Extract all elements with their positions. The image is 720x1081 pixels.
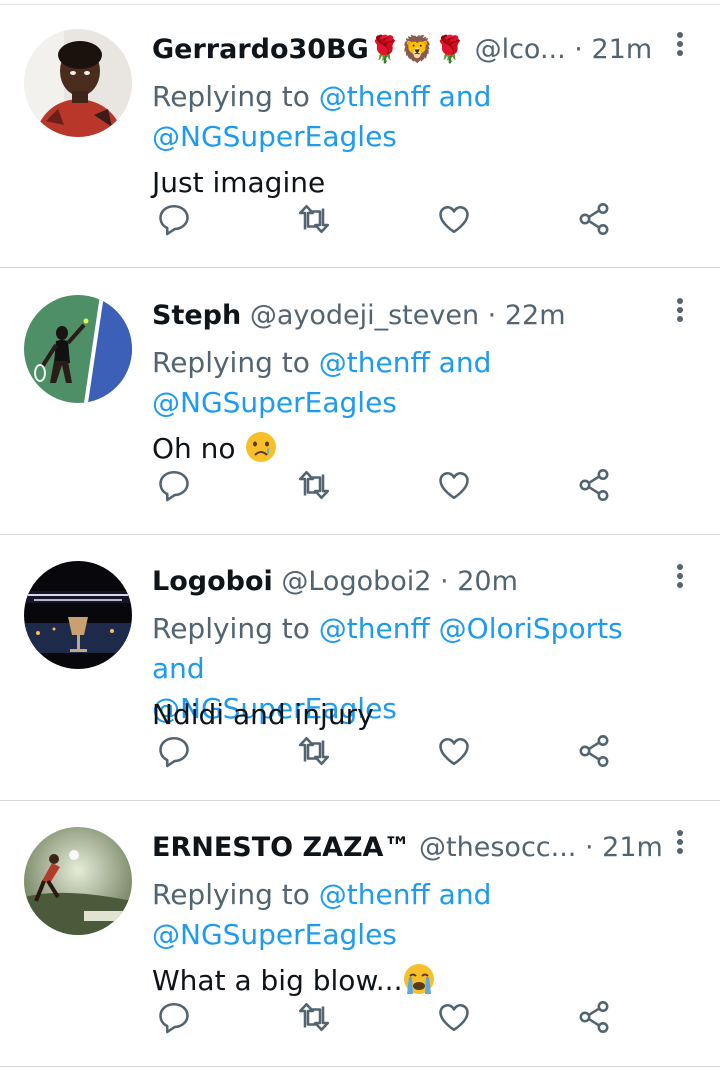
timestamp[interactable]: 21m (602, 832, 663, 863)
tweet[interactable]: Gerrardo30BG🌹🦁🌹 @lco... · 21m Replying t… (0, 4, 720, 268)
mention-link[interactable]: @thenff (319, 612, 430, 645)
tweet[interactable]: Logoboi @Logoboi2 · 20m Replying to @the… (0, 537, 720, 801)
avatar[interactable] (24, 827, 132, 935)
like-icon (439, 206, 469, 234)
separator-dot: · (440, 566, 449, 597)
reply-button[interactable] (152, 463, 196, 507)
like-button[interactable] (432, 729, 476, 773)
display-name[interactable]: ERNESTO ZAZA™ (152, 832, 410, 863)
tweet-text-content: Ndidi and injury (152, 698, 374, 731)
reply-icon (159, 204, 189, 236)
more-vertical-icon[interactable] (664, 31, 696, 63)
mention-link[interactable]: @NGSuperEagles (152, 120, 397, 153)
more-vertical-icon[interactable] (664, 563, 696, 595)
user-handle[interactable]: @Logoboi2 (281, 566, 431, 597)
mention-link[interactable]: @NGSuperEagles (152, 918, 397, 951)
display-name[interactable]: Gerrardo30BG (152, 34, 369, 65)
user-handle[interactable]: @lco... (475, 34, 566, 65)
tweet-text-content: Just imagine (152, 166, 326, 199)
share-icon (579, 469, 609, 501)
replying-to: Replying to @thenff and @NGSuperEagles (152, 343, 680, 423)
retweet-icon (298, 204, 330, 234)
share-icon (579, 735, 609, 767)
mention-link[interactable]: @NGSuperEagles (152, 386, 397, 419)
like-icon (439, 472, 469, 500)
share-button[interactable] (572, 729, 616, 773)
replying-to-label: Replying to (152, 346, 310, 379)
action-bar (152, 729, 632, 777)
retweet-icon (298, 470, 330, 500)
mention-link[interactable]: @thenff (319, 346, 430, 379)
tweet[interactable]: Steph @ayodeji_steven · 22m Replying to … (0, 271, 720, 535)
name-emoji: 🌹🦁🌹 (368, 35, 466, 65)
avatar[interactable] (24, 561, 132, 669)
mention-link[interactable]: @OloriSports (439, 612, 623, 645)
replying-and: and (152, 652, 205, 685)
reply-button[interactable] (152, 729, 196, 773)
share-button[interactable] (572, 995, 616, 1039)
retweet-button[interactable] (292, 729, 336, 773)
user-handle[interactable]: @thesocc... (419, 832, 576, 863)
mention-link[interactable]: @thenff (319, 878, 430, 911)
replying-to-label: Replying to (152, 80, 310, 113)
replying-to-label: Replying to (152, 612, 310, 645)
retweet-icon (298, 736, 330, 766)
replying-to-label: Replying to (152, 878, 310, 911)
tweet-header: Logoboi @Logoboi2 · 20m (152, 562, 660, 602)
more-vertical-icon[interactable] (664, 297, 696, 329)
reply-icon (159, 736, 189, 768)
display-name[interactable]: Logoboi (152, 566, 273, 597)
replying-and: and (438, 878, 492, 911)
user-handle[interactable]: @ayodeji_steven (250, 300, 479, 331)
retweet-button[interactable] (292, 463, 336, 507)
replying-and: and (438, 80, 492, 113)
like-button[interactable] (432, 995, 476, 1039)
reply-feed: Gerrardo30BG🌹🦁🌹 @lco... · 21m Replying t… (0, 0, 720, 1081)
action-bar (152, 463, 632, 511)
like-icon (439, 738, 469, 766)
reply-icon (159, 1002, 189, 1034)
like-icon (439, 1004, 469, 1032)
avatar[interactable] (24, 29, 132, 137)
timestamp[interactable]: 20m (457, 566, 518, 597)
share-button[interactable] (572, 197, 616, 241)
tweet-text-content: What a big blow... (152, 964, 403, 997)
reply-icon (159, 470, 189, 502)
mention-link[interactable]: @thenff (319, 80, 430, 113)
share-icon (579, 203, 609, 235)
timestamp[interactable]: 21m (591, 34, 652, 65)
tweet[interactable]: ERNESTO ZAZA™ @thesocc... · 21m Replying… (0, 803, 720, 1067)
more-vertical-icon[interactable] (664, 829, 696, 861)
separator-dot: · (574, 34, 583, 65)
separator-dot: · (487, 300, 497, 331)
replying-to: Replying to @thenff and @NGSuperEagles (152, 77, 680, 157)
action-bar (152, 995, 632, 1043)
replying-and: and (438, 346, 492, 379)
avatar[interactable] (24, 295, 132, 403)
replying-to: Replying to @thenff and @NGSuperEagles (152, 875, 680, 955)
tweet-text-content: Oh no (152, 432, 236, 465)
reply-button[interactable] (152, 197, 196, 241)
retweet-button[interactable] (292, 995, 336, 1039)
timestamp[interactable]: 22m (505, 300, 566, 331)
like-button[interactable] (432, 463, 476, 507)
tweet-header: Steph @ayodeji_steven · 22m (152, 296, 660, 336)
tweet-header: Gerrardo30BG🌹🦁🌹 @lco... · 21m (152, 30, 660, 70)
share-button[interactable] (572, 463, 616, 507)
display-name[interactable]: Steph (152, 300, 241, 331)
like-button[interactable] (432, 197, 476, 241)
share-icon (579, 1001, 609, 1033)
reply-button[interactable] (152, 995, 196, 1039)
tweet-header: ERNESTO ZAZA™ @thesocc... · 21m (152, 828, 663, 868)
retweet-button[interactable] (292, 197, 336, 241)
retweet-icon (298, 1002, 330, 1032)
separator-dot: · (584, 832, 594, 863)
action-bar (152, 197, 632, 245)
